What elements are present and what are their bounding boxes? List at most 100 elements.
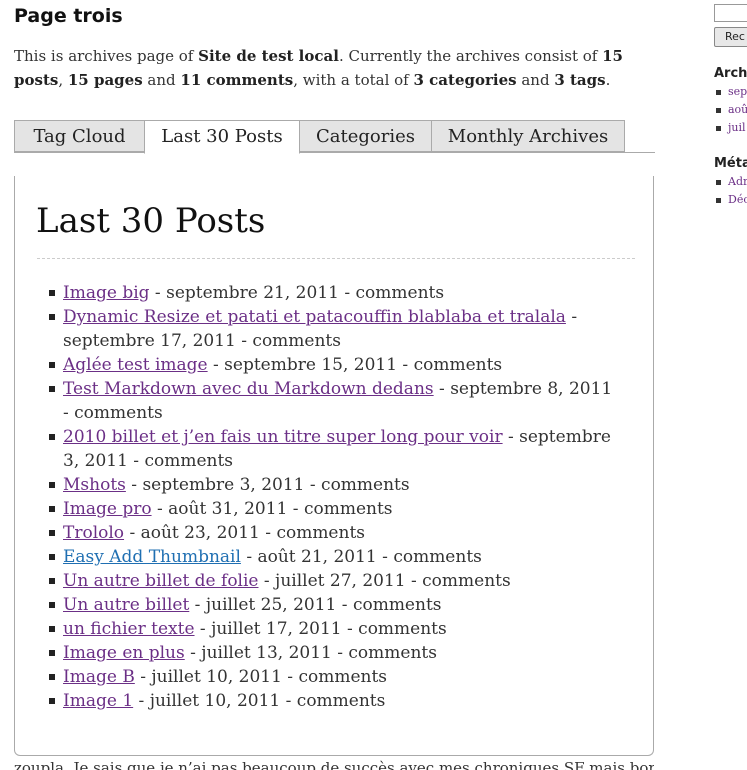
intro-text: , with a total of	[293, 71, 414, 89]
post-list-item: Aglée test image - septembre 15, 2011 - …	[49, 353, 623, 377]
post-date: juillet 10, 2011	[149, 691, 281, 711]
post-comments: comments	[144, 451, 234, 471]
separator: -	[502, 427, 520, 447]
separator: -	[287, 499, 304, 519]
post-list-item: un fichier texte - juillet 17, 2011 - co…	[49, 617, 623, 641]
post-meta: - septembre 3, 2011 - comments	[125, 475, 410, 495]
post-comments: comments	[296, 691, 386, 711]
post-list-item: Image B - juillet 10, 2011 - comments	[49, 665, 623, 689]
post-link[interactable]: Un autre billet	[63, 595, 189, 615]
archive-item: juil	[714, 119, 747, 137]
tab-last-30-posts[interactable]: Last 30 Posts	[144, 120, 300, 154]
search-button[interactable]: Rec	[714, 27, 747, 47]
tab-monthly-archives[interactable]: Monthly Archives	[431, 120, 625, 152]
post-list-item: Trololo - août 23, 2011 - comments	[49, 521, 623, 545]
post-meta: - juillet 10, 2011 - comments	[135, 667, 387, 687]
separator: -	[376, 547, 394, 567]
sidebar: Rec Arch sep aoû juil Méta Adr Déc	[714, 0, 747, 770]
separator: -	[338, 283, 356, 303]
separator: -	[240, 547, 258, 567]
post-list-item: Easy Add Thumbnail - août 21, 2011 - com…	[49, 545, 623, 569]
post-list-item: Image 1 - juillet 10, 2011 - comments	[49, 689, 623, 713]
post-list-item: Mshots - septembre 3, 2011 - comments	[49, 473, 623, 497]
post-comments: comments	[276, 523, 365, 543]
separator: -	[565, 307, 578, 327]
post-link[interactable]: Test Markdown avec du Markdown dedans	[63, 379, 434, 399]
post-comments: comments	[321, 475, 410, 495]
post-link[interactable]: 2010 billet et j’en fais un titre super …	[63, 427, 503, 447]
post-link[interactable]: Dynamic Resize et patati et patacouffin …	[63, 307, 566, 327]
archive-link[interactable]: sep	[728, 85, 747, 98]
separator: -	[151, 499, 169, 519]
post-date: juillet 25, 2011	[205, 595, 337, 615]
separator: -	[235, 331, 253, 351]
post-meta: - juillet 25, 2011 - comments	[189, 595, 442, 615]
meta-link[interactable]: Adr	[728, 175, 747, 188]
intro-text: ,	[58, 71, 68, 89]
post-link[interactable]: Mshots	[63, 475, 126, 495]
post-list-item: Test Markdown avec du Markdown dedans - …	[49, 377, 623, 425]
post-comments: comments	[358, 619, 447, 639]
intro-stat: 3 categories	[413, 71, 517, 89]
post-date: août 31, 2011	[168, 499, 288, 519]
archives-intro: This is archives page of Site de test lo…	[14, 44, 654, 92]
post-link[interactable]: Easy Add Thumbnail	[63, 547, 241, 567]
meta-item: Adr	[714, 173, 747, 191]
post-link[interactable]: Image big	[63, 283, 150, 303]
post-comments: comments	[422, 571, 511, 591]
separator: -	[304, 475, 322, 495]
post-list-item: Un autre billet - juillet 25, 2011 - com…	[49, 593, 623, 617]
post-list: Image big - septembre 21, 2011 - comment…	[49, 281, 623, 713]
meta-list: Adr Déc	[714, 173, 747, 209]
post-link[interactable]: Un autre billet de folie	[63, 571, 258, 591]
archive-link[interactable]: juil	[728, 121, 746, 134]
post-link[interactable]: un fichier texte	[63, 619, 195, 639]
post-date: septembre 21, 2011	[166, 283, 339, 303]
archive-link[interactable]: aoû	[728, 103, 747, 116]
tab-bar: Tag Cloud Last 30 Posts Categories Month…	[14, 120, 655, 154]
intro-text: and	[516, 71, 555, 89]
post-date: septembre 17, 2011	[63, 331, 236, 351]
archive-item: aoû	[714, 101, 747, 119]
post-date: juillet 27, 2011	[275, 571, 406, 591]
tab-tag-cloud[interactable]: Tag Cloud	[14, 120, 145, 152]
post-list-item: Dynamic Resize et patati et patacouffin …	[49, 305, 623, 353]
post-date: juillet 10, 2011	[151, 667, 282, 687]
post-link[interactable]: Aglée test image	[63, 355, 208, 375]
meta-link[interactable]: Déc	[728, 193, 747, 206]
post-excerpt-text: zoupla. Je sais que je n’ai pas beaucoup…	[14, 759, 654, 770]
separator: -	[336, 595, 353, 615]
separator: -	[397, 355, 414, 375]
post-comments: comments	[393, 547, 482, 567]
post-comments: comments	[348, 643, 437, 663]
archive-item: sep	[714, 83, 747, 101]
intro-stat: 15 pages	[67, 71, 143, 89]
post-link[interactable]: Image pro	[63, 499, 152, 519]
tab-categories[interactable]: Categories	[299, 120, 432, 152]
post-link[interactable]: Image 1	[63, 691, 133, 711]
panel-title: Last 30 Posts	[36, 201, 266, 241]
post-comments: comments	[252, 331, 341, 351]
post-date: septembre 3, 2011	[142, 475, 305, 495]
post-comments: comments	[74, 403, 163, 423]
archives-list: sep aoû juil	[714, 83, 747, 137]
separator: -	[125, 475, 143, 495]
separator: -	[149, 283, 167, 303]
post-comments: comments	[298, 667, 388, 687]
intro-text: This is archives page of	[14, 47, 199, 65]
separator: -	[133, 691, 150, 711]
post-comments: comments	[303, 499, 393, 519]
post-meta: - août 23, 2011 - comments	[124, 523, 365, 543]
post-link[interactable]: Image en plus	[63, 643, 185, 663]
separator: -	[405, 571, 423, 591]
post-list-item: Un autre billet de folie - juillet 27, 2…	[49, 569, 623, 593]
post-date: août 21, 2011	[257, 547, 377, 567]
post-date: septembre 15, 2011	[224, 355, 398, 375]
post-meta: - août 21, 2011 - comments	[241, 547, 482, 567]
search-input[interactable]	[714, 4, 747, 22]
post-link[interactable]: Image B	[63, 667, 135, 687]
post-list-item: 2010 billet et j’en fais un titre super …	[49, 425, 623, 473]
post-meta: - septembre 21, 2011 - comments	[149, 283, 444, 303]
separator: -	[124, 523, 141, 543]
post-link[interactable]: Trololo	[63, 523, 124, 543]
